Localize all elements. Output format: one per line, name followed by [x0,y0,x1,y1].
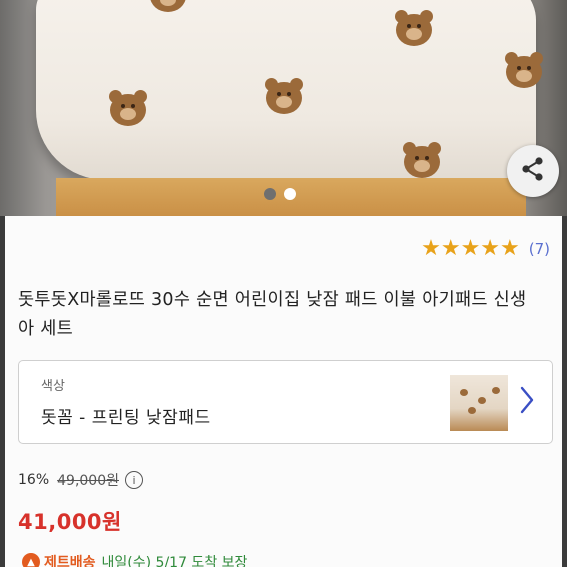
review-count[interactable]: (7) [529,240,550,258]
carousel-indicator [264,188,296,200]
option-label: 색상 [41,379,65,394]
share-button[interactable] [507,145,559,197]
sale-price: 41,000원 [18,510,122,534]
carousel-dot-active[interactable] [264,188,276,200]
rocket-delivery-icon: ▲ [22,553,40,567]
carousel-dot[interactable] [284,188,296,200]
discount-rate: 16% [18,472,50,488]
bear-print [146,0,190,14]
rating[interactable]: ★★★★★ (7) [421,238,550,260]
delivery-info: ▲ 제트배송 내일(수) 5/17 도착 보장 [22,552,247,567]
bear-print [400,140,444,180]
bear-print [106,88,150,128]
delivery-brand: 제트배송 [44,555,96,567]
delivery-date: 내일(수) 5/17 도착 보장 [101,555,248,567]
option-value: 돗꼼 - 프린팅 낮잠패드 [41,408,211,428]
info-icon[interactable]: i [125,471,143,489]
product-info-panel: ★★★★★ (7) 돗투돗X마롤로뜨 30수 순면 어린이집 낮잠 패드 이불 … [5,216,562,567]
bear-print [502,50,546,90]
bear-print [392,8,436,48]
bear-print [262,76,306,116]
share-icon [520,156,546,186]
pillow-photo [36,0,543,180]
rating-stars: ★★★★★ [421,236,520,261]
option-thumbnail [450,375,508,431]
chevron-right-icon [519,385,535,419]
original-price: 49,000원 [57,473,119,489]
product-title: 돗투돗X마롤로뜨 30수 순면 어린이집 낮잠 패드 이불 아기패드 신생아 세… [18,290,527,339]
product-image[interactable] [0,0,567,216]
option-selector[interactable]: 색상 돗꼼 - 프린팅 낮잠패드 [18,360,553,444]
price-row: 16% 49,000원 i [18,470,143,490]
